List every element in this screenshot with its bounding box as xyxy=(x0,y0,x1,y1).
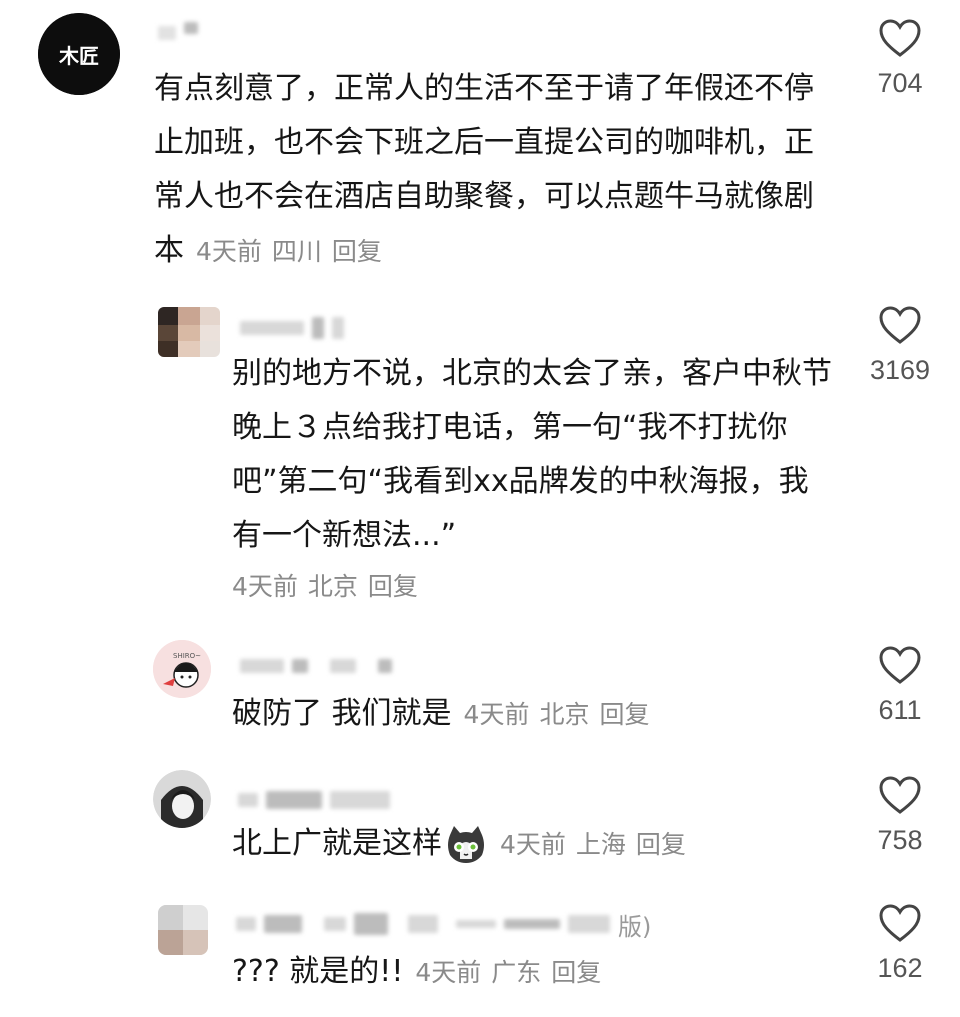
like-count: 162 xyxy=(877,953,923,983)
avatar-image xyxy=(158,905,208,955)
comment-text: 北上广就是这样 4天前 上海 回复 xyxy=(232,817,832,872)
like-count: 704 xyxy=(877,68,923,98)
avatar[interactable] xyxy=(158,307,220,357)
reply-button[interactable]: 回复 xyxy=(551,958,601,987)
reply-button[interactable]: 回复 xyxy=(332,237,382,266)
comment-meta: 4天前 广东 回复 xyxy=(415,958,602,987)
like-count: 611 xyxy=(878,695,922,725)
reply-button[interactable]: 回复 xyxy=(599,700,649,729)
cat-face-emoji-icon xyxy=(448,825,484,863)
heart-icon xyxy=(879,904,921,942)
avatar-image xyxy=(158,307,220,357)
svg-text:木匠: 木匠 xyxy=(58,44,99,68)
comment-text: ??? 就是的!! 4天前 广东 回复 xyxy=(232,954,602,989)
comment-meta: 4天前 上海 回复 xyxy=(500,830,686,859)
like-button[interactable]: 704 xyxy=(850,18,950,99)
like-button[interactable]: 611 xyxy=(850,645,950,726)
comment-4: 北上广就是这样 4天前 上海 回复 758 xyxy=(0,765,960,880)
avatar-image: SHIRO~ xyxy=(153,640,211,698)
reply-button[interactable]: 回复 xyxy=(368,572,418,601)
avatar-image xyxy=(153,770,211,828)
comment-5: 版) ??? 就是的!! 4天前 广东 回复 162 xyxy=(0,893,960,1017)
comment-text: 别的地方不说，北京的太会了亲，客户中秋节晚上３点给我打电话，第一句“我不打扰你吧… xyxy=(232,356,832,553)
like-button[interactable]: 758 xyxy=(850,775,950,856)
svg-text:SHIRO~: SHIRO~ xyxy=(173,652,201,660)
heart-icon xyxy=(879,306,921,344)
avatar[interactable] xyxy=(153,770,211,828)
heart-icon xyxy=(879,776,921,814)
heart-icon xyxy=(879,19,921,57)
username[interactable] xyxy=(158,22,198,44)
comment-1: 木匠 有点刻意了，正常人的生活不至于请了年假还不停止加班，也不会下班之后一直提公… xyxy=(0,0,960,280)
avatar[interactable]: 木匠 xyxy=(38,13,120,95)
like-count: 3169 xyxy=(869,355,931,385)
username[interactable] xyxy=(240,317,344,339)
like-count: 758 xyxy=(877,825,923,855)
username[interactable] xyxy=(238,789,390,811)
username[interactable] xyxy=(240,655,392,677)
username[interactable]: 版) xyxy=(236,913,651,941)
avatar[interactable] xyxy=(158,905,208,955)
comment-2: 别的地方不说，北京的太会了亲，客户中秋节晚上３点给我打电话，第一句“我不打扰你吧… xyxy=(0,295,960,615)
comment-meta: 4天前 北京 回复 xyxy=(232,572,418,601)
comment-text: 有点刻意了，正常人的生活不至于请了年假还不停止加班，也不会下班之后一直提公司的咖… xyxy=(154,71,814,268)
reply-button[interactable]: 回复 xyxy=(636,830,686,859)
comment-meta: 4天前 四川 回复 xyxy=(196,237,382,266)
comment-meta: 4天前 北京 回复 xyxy=(463,700,650,729)
heart-icon xyxy=(879,646,921,684)
like-button[interactable]: 3169 xyxy=(850,305,950,386)
comment-text: 破防了 我们就是 4天前 北京 回复 xyxy=(232,696,650,731)
comment-3: SHIRO~ 破防了 我们就是 4天前 北京 回复 611 xyxy=(0,635,960,745)
like-button[interactable]: 162 xyxy=(850,903,950,984)
avatar-logo-icon: 木匠 xyxy=(38,13,120,95)
avatar[interactable]: SHIRO~ xyxy=(153,640,211,698)
